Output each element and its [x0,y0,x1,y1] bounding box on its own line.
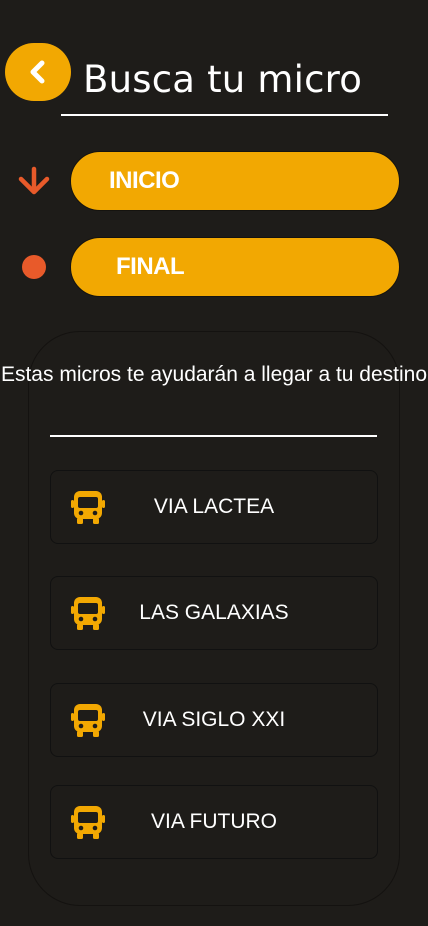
final-label: FINAL [116,253,185,280]
panel-divider [50,435,377,437]
final-field[interactable]: FINAL [70,237,400,297]
title-divider [61,114,388,116]
inicio-label: INICIO [109,167,180,194]
route-card-via-siglo-xxi[interactable]: VIA SIGLO XXI [50,683,378,757]
route-card-via-lactea[interactable]: VIA LACTEA [50,470,378,544]
arrow-down-icon [18,166,50,195]
bus-icon [71,491,105,524]
route-card-via-futuro[interactable]: VIA FUTURO [50,785,378,859]
chevron-left-icon [30,60,45,84]
screen: Busca tu micro INICIO FINAL Estas micros… [0,0,428,926]
inicio-field[interactable]: INICIO [70,151,400,211]
bus-icon [71,704,105,737]
back-button[interactable] [5,43,71,101]
bus-icon [71,597,105,630]
destination-dot-icon [22,255,46,279]
routes-message: Estas micros te ayudarán a llegar a tu d… [0,363,428,386]
page-title: Busca tu micro [83,58,363,101]
bus-icon [71,806,105,839]
route-card-las-galaxias[interactable]: LAS GALAXIAS [50,576,378,650]
